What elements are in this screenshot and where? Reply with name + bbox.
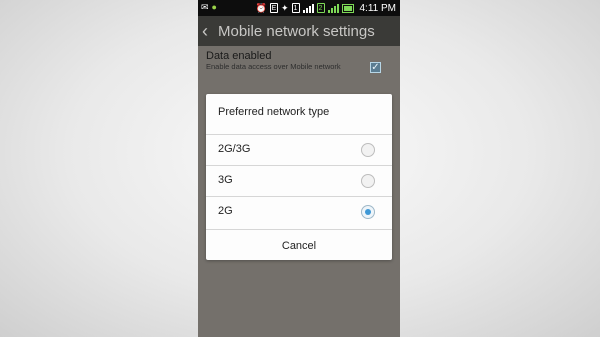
network-type-dialog: Preferred network type 2G/3G 3G 2G Cance… (206, 94, 392, 260)
divider (206, 229, 392, 230)
battery-icon (341, 3, 354, 13)
alarm-icon: ⏰ (255, 3, 267, 13)
vibrate-icon: ✦ (280, 3, 289, 13)
sim1-icon: 1 (291, 3, 300, 13)
cancel-button[interactable]: Cancel (206, 232, 392, 260)
signal-icon (302, 3, 314, 13)
option-2g[interactable]: 2G (206, 197, 392, 227)
setting-title: Data enabled (206, 50, 272, 62)
sim2-icon: 2 (316, 3, 325, 13)
clock: 4:11 PM (359, 2, 397, 14)
network-type-icon: E (269, 3, 278, 13)
back-icon[interactable]: ‹ (202, 16, 218, 46)
data-enabled-setting[interactable]: Data enabled Enable data access over Mob… (206, 50, 392, 73)
signal-icon (327, 3, 339, 13)
page-title: Mobile network settings (218, 22, 375, 40)
dialog-title: Preferred network type (218, 106, 330, 118)
option-label: 2G/3G (218, 143, 251, 155)
setting-subtitle: Enable data access over Mobile network (206, 62, 341, 71)
radio-button[interactable] (361, 174, 375, 188)
data-enabled-checkbox[interactable]: ✓ (370, 62, 381, 73)
radio-button-selected[interactable] (361, 205, 375, 219)
android-icon: ● (211, 2, 217, 12)
option-label: 2G (218, 205, 233, 217)
status-bar: ✉ ● ⏰ E ✦ 1 2 4:11 PM (198, 0, 400, 16)
option-3g[interactable]: 3G (206, 166, 392, 196)
option-label: 3G (218, 174, 233, 186)
phone-screen: ✉ ● ⏰ E ✦ 1 2 4:11 PM ‹ Mobile network s… (198, 0, 400, 337)
option-2g-3g[interactable]: 2G/3G (206, 135, 392, 165)
notification-icon: ✉ (201, 2, 209, 12)
radio-button[interactable] (361, 143, 375, 157)
action-bar: ‹ Mobile network settings (198, 16, 400, 46)
